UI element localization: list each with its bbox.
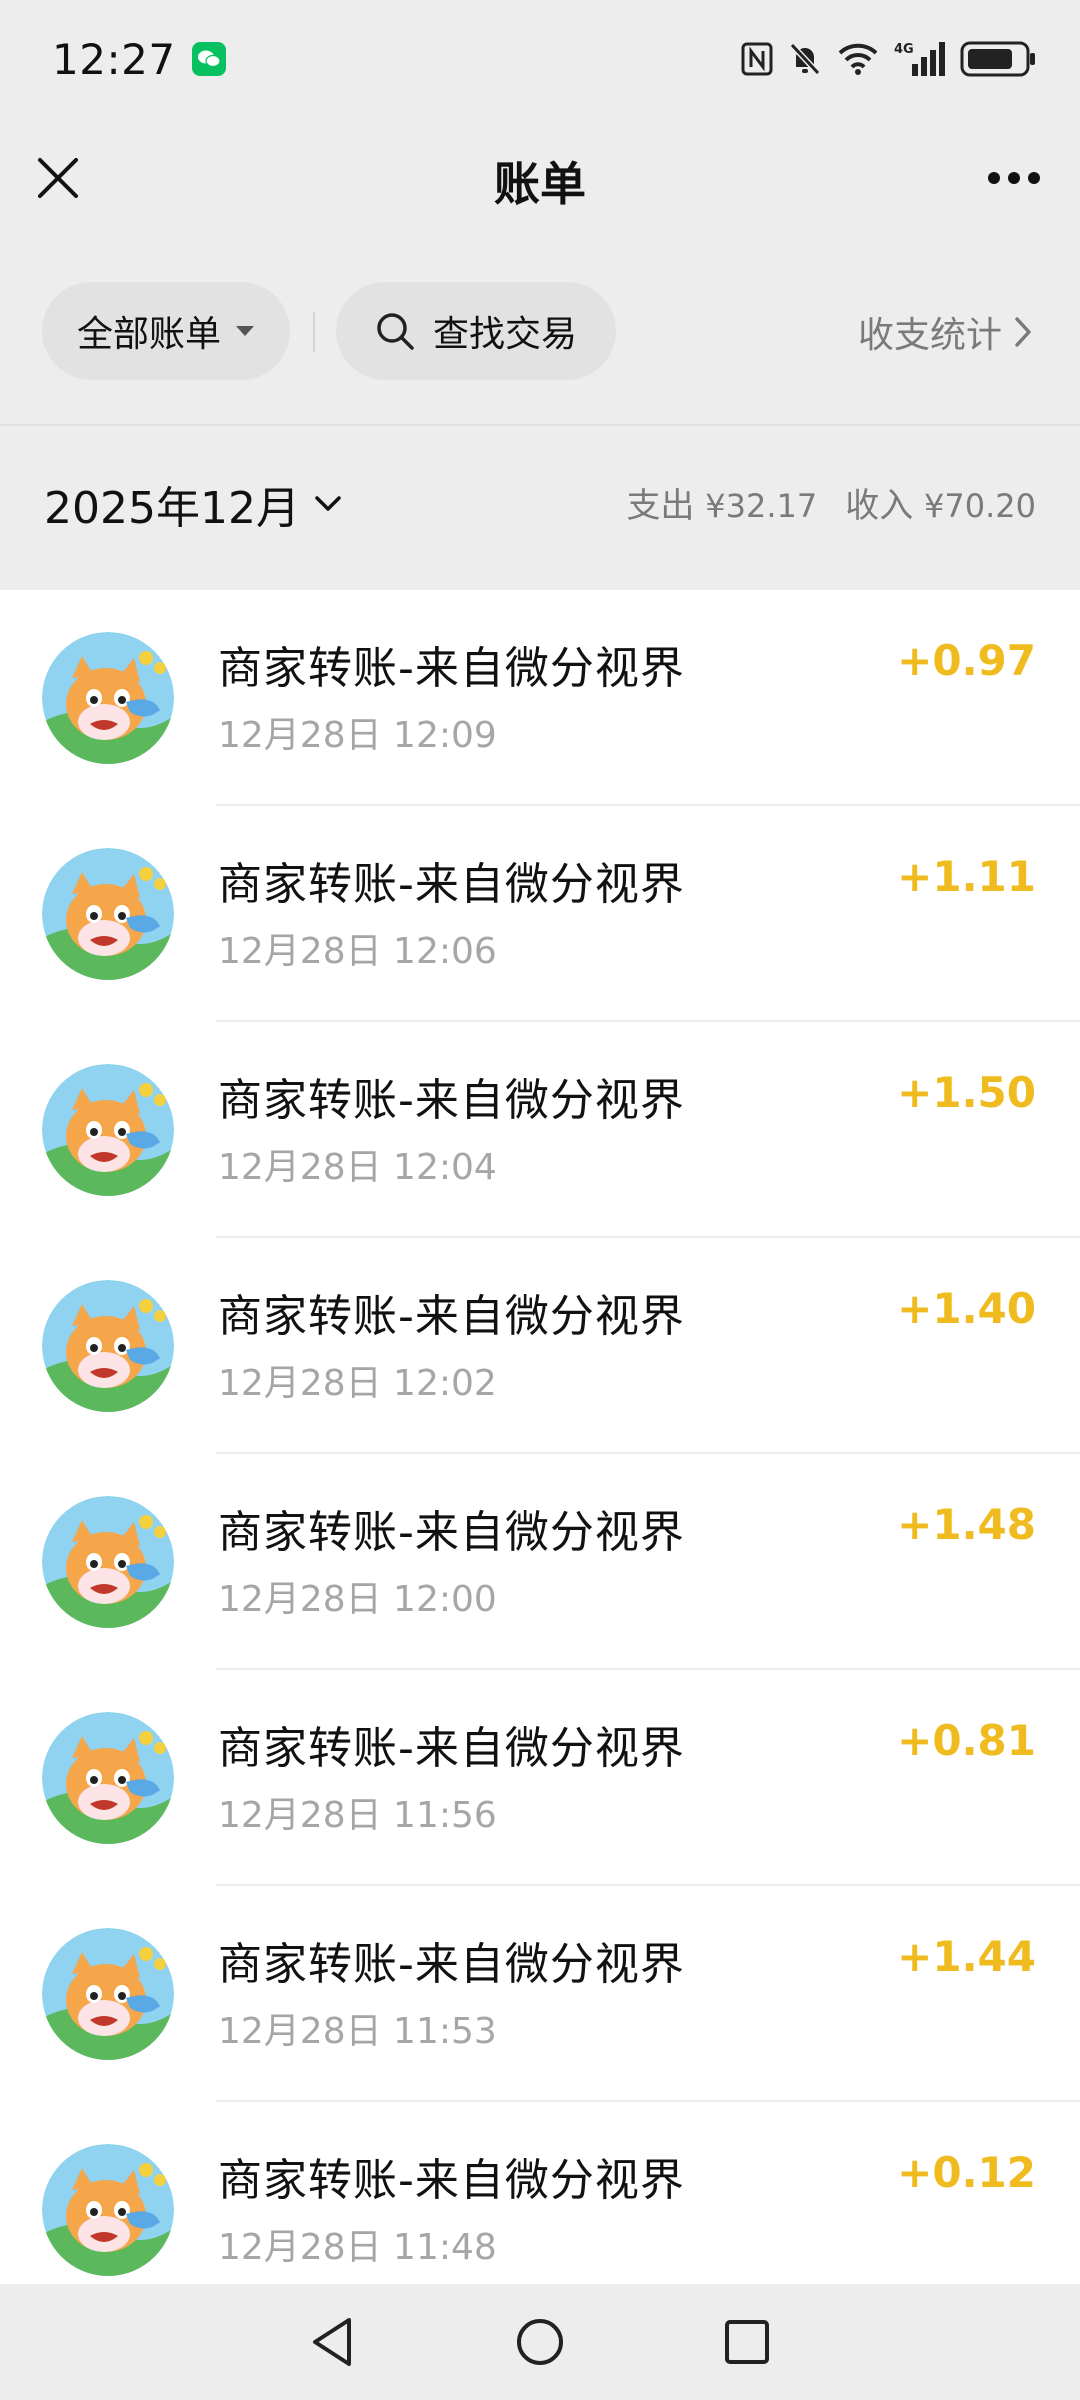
search-transactions-button[interactable]: 查找交易 bbox=[336, 282, 616, 380]
page-title: 账单 bbox=[494, 157, 586, 211]
transaction-title: 商家转账-来自微分视界 bbox=[218, 2155, 685, 2206]
transaction-amount: +1.11 bbox=[897, 852, 1036, 901]
month-picker[interactable]: 2025年12月 bbox=[44, 472, 342, 536]
transaction-row[interactable]: 商家转账-来自微分视界 12月28日 12:06 +1.11 bbox=[0, 806, 1080, 1022]
transaction-title: 商家转账-来自微分视界 bbox=[218, 1723, 685, 1774]
search-transactions-label: 查找交易 bbox=[432, 314, 577, 355]
merchant-avatar bbox=[42, 1712, 174, 1844]
filter-divider bbox=[313, 312, 315, 352]
transaction-row[interactable]: 商家转账-来自微分视界 12月28日 12:00 +1.48 bbox=[0, 1454, 1080, 1670]
transaction-time: 12月28日 12:09 bbox=[218, 715, 497, 756]
expense-summary: 支出 ¥32.17 bbox=[626, 478, 817, 527]
back-button[interactable] bbox=[297, 2306, 369, 2378]
month-summary: 支出 ¥32.17 收入 ¥70.20 bbox=[626, 478, 1036, 527]
transaction-title: 商家转账-来自微分视界 bbox=[218, 1291, 685, 1342]
transaction-time: 12月28日 11:53 bbox=[218, 2011, 497, 2052]
search-icon bbox=[377, 313, 414, 350]
recents-button[interactable] bbox=[711, 2306, 783, 2378]
merchant-avatar bbox=[42, 1064, 174, 1196]
transaction-amount: +1.40 bbox=[897, 1284, 1036, 1333]
back-icon bbox=[313, 2318, 352, 2366]
signal-4g-icon: 4G bbox=[894, 40, 946, 78]
more-icon bbox=[988, 172, 1040, 184]
all-bills-dropdown[interactable]: 全部账单 bbox=[42, 282, 290, 380]
income-amount: ¥70.20 bbox=[924, 487, 1036, 525]
network-label: 4G bbox=[894, 42, 914, 57]
transaction-time: 12月28日 12:06 bbox=[218, 931, 497, 972]
mute-icon bbox=[788, 41, 822, 77]
merchant-avatar bbox=[42, 848, 174, 980]
merchant-avatar bbox=[42, 2144, 174, 2276]
caret-down-icon bbox=[236, 326, 254, 336]
merchant-avatar bbox=[42, 1280, 174, 1412]
income-label: 收入 bbox=[845, 486, 914, 526]
battery-icon bbox=[960, 40, 1038, 78]
month-header: 2025年12月 支出 ¥32.17 收入 ¥70.20 bbox=[0, 428, 1080, 578]
transaction-title: 商家转账-来自微分视界 bbox=[218, 1075, 685, 1126]
expense-amount: ¥32.17 bbox=[705, 487, 818, 525]
transaction-amount: +1.44 bbox=[897, 1932, 1036, 1981]
chevron-right-icon bbox=[1015, 317, 1031, 347]
merchant-avatar bbox=[42, 1496, 174, 1628]
status-bar: 12:27 4G bbox=[0, 0, 1080, 118]
recents-icon bbox=[724, 2320, 769, 2364]
transaction-title: 商家转账-来自微分视界 bbox=[218, 643, 685, 694]
home-icon bbox=[516, 2319, 563, 2365]
transaction-amount: +1.50 bbox=[897, 1068, 1036, 1117]
expense-label: 支出 bbox=[626, 486, 695, 526]
status-time: 12:27 bbox=[52, 34, 176, 84]
transaction-row[interactable]: 商家转账-来自微分视界 12月28日 12:09 +0.97 bbox=[0, 590, 1080, 806]
transaction-amount: +0.81 bbox=[897, 1716, 1036, 1765]
transaction-row[interactable]: 商家转账-来自微分视界 12月28日 12:04 +1.50 bbox=[0, 1022, 1080, 1238]
transaction-title: 商家转账-来自微分视界 bbox=[218, 1507, 685, 1558]
transaction-row[interactable]: 商家转账-来自微分视界 12月28日 11:53 +1.44 bbox=[0, 1886, 1080, 2102]
transaction-time: 12月28日 12:04 bbox=[218, 1147, 497, 1188]
chevron-down-icon bbox=[315, 496, 341, 511]
transaction-row[interactable]: 商家转账-来自微分视界 12月28日 11:56 +0.81 bbox=[0, 1670, 1080, 1886]
more-button[interactable] bbox=[982, 154, 1046, 202]
transaction-amount: +1.48 bbox=[897, 1500, 1036, 1549]
stats-label: 收支统计 bbox=[857, 315, 1002, 356]
home-button[interactable] bbox=[504, 2306, 576, 2378]
transaction-title: 商家转账-来自微分视界 bbox=[218, 859, 685, 910]
status-left: 12:27 bbox=[52, 35, 226, 84]
nfc-icon bbox=[740, 41, 774, 77]
month-label: 2025年12月 bbox=[44, 483, 300, 534]
transaction-time: 12月28日 12:02 bbox=[218, 1363, 497, 1404]
transaction-time: 12月28日 11:48 bbox=[218, 2227, 497, 2268]
transaction-amount: +0.12 bbox=[897, 2148, 1036, 2197]
status-icons: 4G bbox=[740, 40, 1038, 78]
transaction-row[interactable]: 商家转账-来自微分视界 12月28日 12:02 +1.40 bbox=[0, 1238, 1080, 1454]
wifi-icon bbox=[836, 41, 880, 77]
transaction-time: 12月28日 11:56 bbox=[218, 1795, 497, 1836]
transaction-list: 商家转账-来自微分视界 12月28日 12:09 +0.97 商家转账-来自微分视界 1… bbox=[0, 590, 1080, 2284]
transaction-row[interactable]: 商家转账-来自微分视界 12月28日 11:48 +0.12 bbox=[0, 2102, 1080, 2284]
filter-bar: 全部账单 查找交易 收支统计 bbox=[0, 238, 1080, 426]
system-nav-bar bbox=[0, 2284, 1080, 2400]
income-summary: 收入 ¥70.20 bbox=[845, 478, 1036, 527]
transaction-time: 12月28日 12:00 bbox=[218, 1579, 497, 1620]
transaction-amount: +0.97 bbox=[897, 636, 1036, 685]
merchant-avatar bbox=[42, 632, 174, 764]
merchant-avatar bbox=[42, 1928, 174, 2060]
all-bills-label: 全部账单 bbox=[76, 314, 221, 355]
transaction-title: 商家转账-来自微分视界 bbox=[218, 1939, 685, 1990]
wechat-icon bbox=[191, 42, 226, 76]
income-expense-stats-link[interactable]: 收支统计 bbox=[858, 306, 1032, 358]
nav-bar: 账单 bbox=[0, 118, 1080, 238]
